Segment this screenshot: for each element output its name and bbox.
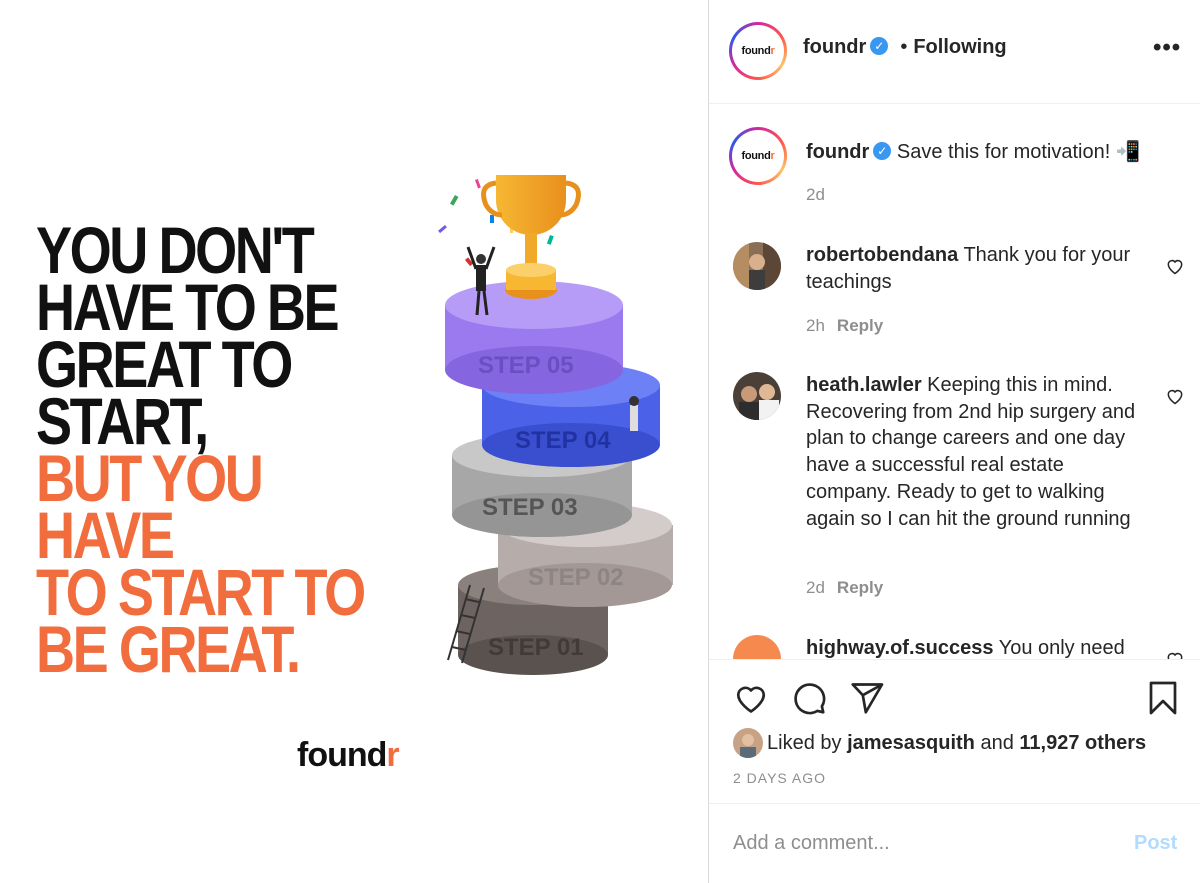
comment-body: highway.of.success You only need bbox=[806, 635, 1166, 659]
like-heart-icon[interactable] bbox=[733, 680, 769, 716]
following-button[interactable]: Following bbox=[913, 36, 1006, 59]
headline-line-accent: BE GREAT. bbox=[36, 612, 301, 686]
post-headline: YOU DON'T HAVE TO BE GREAT TO START, BUT… bbox=[36, 217, 380, 686]
author-avatar[interactable]: found r bbox=[729, 22, 787, 80]
reply-button[interactable]: Reply bbox=[837, 578, 883, 597]
separator-dot: • bbox=[900, 36, 908, 58]
share-direct-icon[interactable] bbox=[849, 680, 885, 716]
commenter-username[interactable]: heath.lawler bbox=[806, 374, 922, 396]
liker-username[interactable]: jamesasquith bbox=[847, 732, 975, 755]
comment-time: 2d bbox=[806, 578, 825, 597]
step-label: STEP 02 bbox=[528, 564, 624, 591]
caption-avatar[interactable]: found r bbox=[729, 127, 787, 185]
liker-avatar bbox=[733, 728, 763, 758]
comment-meta: 2h Reply bbox=[806, 316, 883, 336]
comment-text: Keeping this in mind. Recovering from 2n… bbox=[806, 374, 1136, 530]
step-label: STEP 04 bbox=[515, 427, 611, 454]
caption-body: foundr ✓ Save this for motivation! 📲 bbox=[806, 139, 1186, 166]
commenter-username[interactable]: highway.of.success bbox=[806, 637, 993, 659]
post-comment-button[interactable]: Post bbox=[1134, 832, 1177, 855]
reply-button[interactable]: Reply bbox=[837, 316, 883, 335]
commenter-avatar[interactable] bbox=[733, 372, 781, 420]
comment-input[interactable] bbox=[733, 832, 1113, 855]
verified-badge-icon: ✓ bbox=[873, 141, 892, 160]
author-info: foundr ✓ • Following bbox=[803, 36, 1007, 59]
verified-badge-icon: ✓ bbox=[870, 36, 889, 55]
comment-text: You only need bbox=[998, 637, 1125, 659]
commenter-username[interactable]: robertobendana bbox=[806, 244, 958, 266]
comment-time: 2h bbox=[806, 316, 825, 335]
comments-list[interactable]: found r foundr ✓ Save this for motivation!… bbox=[709, 105, 1200, 659]
caption-text: Save this for motivation! 📲 bbox=[896, 141, 1141, 163]
headline-line-accent: BUT YOU HAVE bbox=[36, 441, 264, 572]
step-label: STEP 01 bbox=[488, 634, 584, 661]
caption-time: 2d bbox=[806, 185, 825, 204]
author-username[interactable]: foundr bbox=[803, 36, 866, 59]
step-label: STEP 05 bbox=[478, 352, 574, 379]
commenter-avatar[interactable] bbox=[733, 242, 781, 290]
trophy-icon bbox=[481, 175, 581, 299]
comment-composer: Post bbox=[709, 803, 1200, 883]
comment-body: heath.lawler Keeping this in mind. Recov… bbox=[806, 372, 1146, 532]
post-header: found r foundr ✓ • Following ••• bbox=[709, 0, 1200, 104]
likes-summary[interactable]: Liked by jamesasquith and 11,927 others bbox=[733, 728, 1146, 758]
like-comment-heart-icon[interactable] bbox=[1165, 256, 1185, 276]
likes-others-count[interactable]: 11,927 others bbox=[1019, 732, 1146, 755]
more-options-icon[interactable]: ••• bbox=[1153, 34, 1181, 62]
post-timestamp[interactable]: 2 DAYS AGO bbox=[733, 770, 826, 786]
post-sidebar: found r foundr ✓ • Following ••• found r f… bbox=[708, 0, 1200, 883]
brand-logo: foundr bbox=[297, 736, 400, 774]
like-comment-heart-icon[interactable] bbox=[1165, 649, 1185, 659]
comment-meta: 2d Reply bbox=[806, 578, 883, 598]
save-bookmark-icon[interactable] bbox=[1145, 680, 1181, 716]
likes-prefix: Liked by bbox=[767, 731, 842, 754]
commenter-avatar[interactable] bbox=[733, 635, 781, 659]
steps-illustration: STEP 01 STEP 02 STEP 03 STEP 04 STEP 05 bbox=[438, 175, 673, 675]
climber-figure bbox=[629, 396, 639, 431]
like-comment-heart-icon[interactable] bbox=[1165, 386, 1185, 406]
step-label: STEP 03 bbox=[482, 494, 578, 521]
comment-bubble-icon[interactable] bbox=[791, 680, 827, 716]
caption-username[interactable]: foundr bbox=[806, 141, 869, 163]
post-actions: Liked by jamesasquith and 11,927 others … bbox=[709, 659, 1200, 883]
likes-middle: and bbox=[980, 731, 1014, 754]
post-image[interactable]: YOU DON'T HAVE TO BE GREAT TO START, BUT… bbox=[0, 0, 708, 883]
comment-body: robertobendana Thank you for your teachi… bbox=[806, 242, 1146, 295]
